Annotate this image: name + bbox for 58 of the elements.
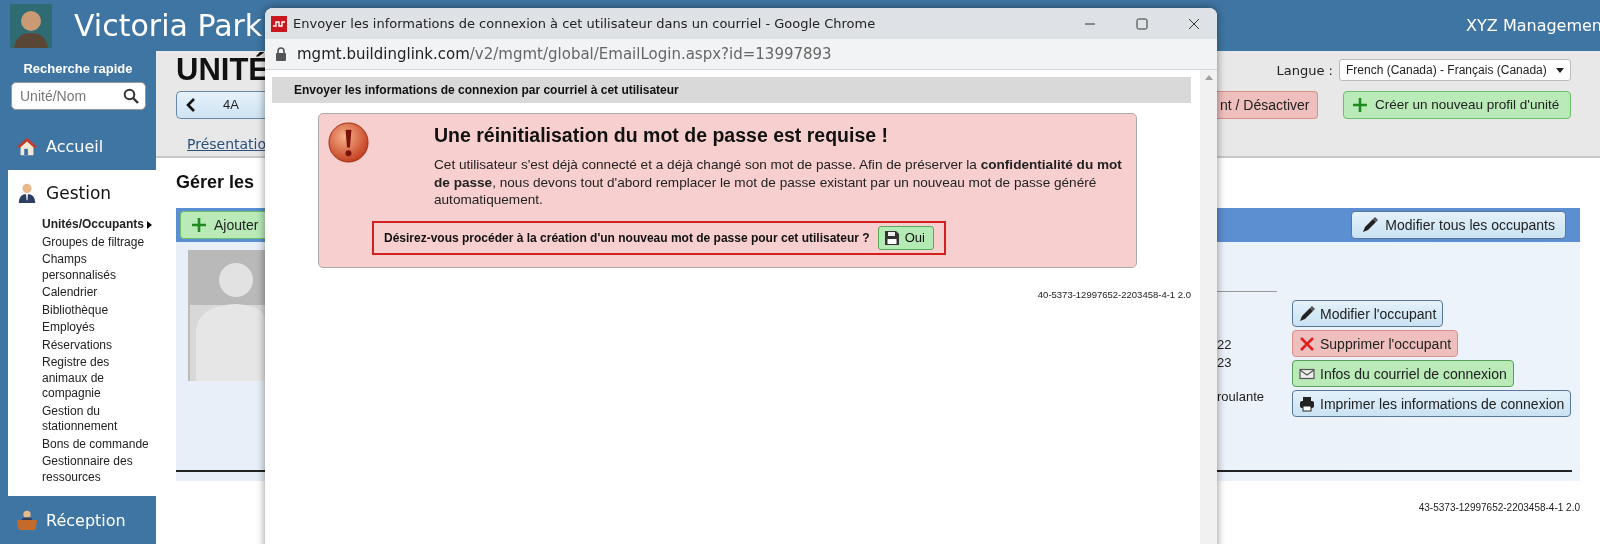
delete-button[interactable]: Supprimer l'occupant xyxy=(1292,330,1459,357)
version-text: 43-5373-12997652-2203458-4-1 2.0 xyxy=(1417,502,1580,513)
tab-link[interactable]: Présentatio xyxy=(187,136,267,152)
chevron-left-icon[interactable] xyxy=(185,97,197,112)
question-text: Désirez-vous procéder à la création d'un nouveau mot de passe pour cet utilisateur ? xyxy=(384,230,870,245)
company-name: XYZ Managemen xyxy=(1466,16,1600,35)
reception-desk-icon xyxy=(16,509,38,532)
detail-text: 22 xyxy=(1217,336,1233,354)
plus-icon xyxy=(1352,96,1368,113)
edit-button[interactable]: Modifier l'occupant xyxy=(1292,300,1444,327)
alert-title: Une réinitialisation du mot de passe est requise ! xyxy=(434,124,890,147)
language-label: Langue : xyxy=(1276,62,1333,78)
plus-icon xyxy=(191,217,207,233)
scroll-up-icon[interactable] xyxy=(1204,74,1213,80)
x-icon xyxy=(1299,335,1315,352)
nav-item[interactable]: Gestionnaire des ressources xyxy=(42,453,154,487)
nav-item[interactable]: Bibliothèque xyxy=(42,302,154,320)
email-button[interactable]: Infos du courriel de connexion xyxy=(1292,360,1514,387)
search-box[interactable]: Unité/Nom xyxy=(11,82,146,110)
nav-section[interactable]: Gestion xyxy=(46,183,112,204)
section-title: Gérer les xyxy=(176,172,255,194)
create-unit-button[interactable]: Créer un nouveau profil d'unité xyxy=(1343,90,1571,119)
lock-icon xyxy=(275,47,287,61)
nav-item[interactable]: Groupes de filtrage xyxy=(42,234,154,252)
alert-message: Cet utilisateur s'est déjà connecté et a déjà changé son mot de passe. Afin de préserver la confidentialité du mot de passe, nous devons tout d'abord remplacer le mot de passe existant par un nouveau mot de passe généré automatiquement. xyxy=(434,156,1123,209)
house-icon xyxy=(16,135,38,158)
search-label: Recherche rapide xyxy=(22,61,134,76)
avatar xyxy=(10,3,52,48)
deactivate-button[interactable]: nt / Désactiver xyxy=(1217,90,1318,119)
site-name: Victoria Park xyxy=(74,8,263,43)
person-icon xyxy=(16,182,38,205)
nav-item[interactable]: Unités/Occupants xyxy=(42,216,154,234)
popup-header: Envoyer les informations de connexion par courriel à cet utilisateur xyxy=(272,77,1191,103)
nav-item[interactable]: Employés xyxy=(42,319,154,337)
search-icon[interactable] xyxy=(123,87,139,104)
nav-item[interactable]: Bons de commande xyxy=(42,436,154,454)
nav-item[interactable]: Gestion du stationnement xyxy=(42,403,154,436)
nav-item[interactable]: Registre des animaux de compagnie xyxy=(42,354,154,403)
version-text: 40-5373-12997652-2203458-4-1 2.0 xyxy=(1036,288,1191,300)
yes-button[interactable]: Oui xyxy=(877,225,934,250)
window-title: Envoyer les informations de connexion à cet utilisateur dans un courriel - Google Chrome xyxy=(293,16,877,31)
nav-section[interactable]: Accueil xyxy=(46,137,104,157)
detail-text: 23 xyxy=(1217,353,1233,371)
warning-icon xyxy=(327,121,370,164)
nav-section[interactable]: Réception xyxy=(46,510,126,530)
pen-icon xyxy=(1299,305,1315,322)
app-icon xyxy=(271,15,287,32)
pen-icon xyxy=(1362,217,1379,233)
nav-item[interactable]: Réservations xyxy=(42,337,154,355)
edit-all-button[interactable]: Modifier tous les occupants xyxy=(1351,211,1566,239)
address-bar[interactable]: mgmt.buildinglink.com/v2/mgmt/global/EmailLogin.aspx?id=13997893 xyxy=(265,39,1217,70)
detail-text: roulante xyxy=(1217,388,1265,406)
language-select[interactable]: French (Canada) - Français (Canada) xyxy=(1339,59,1571,82)
printer-icon xyxy=(1299,395,1315,412)
nav-item[interactable]: Calendrier xyxy=(42,284,154,302)
nav-item[interactable]: Champs personnalisés xyxy=(42,251,154,285)
unit-selector[interactable]: 4A xyxy=(176,90,265,119)
print-button[interactable]: Imprimer les informations de connexion xyxy=(1292,390,1572,417)
